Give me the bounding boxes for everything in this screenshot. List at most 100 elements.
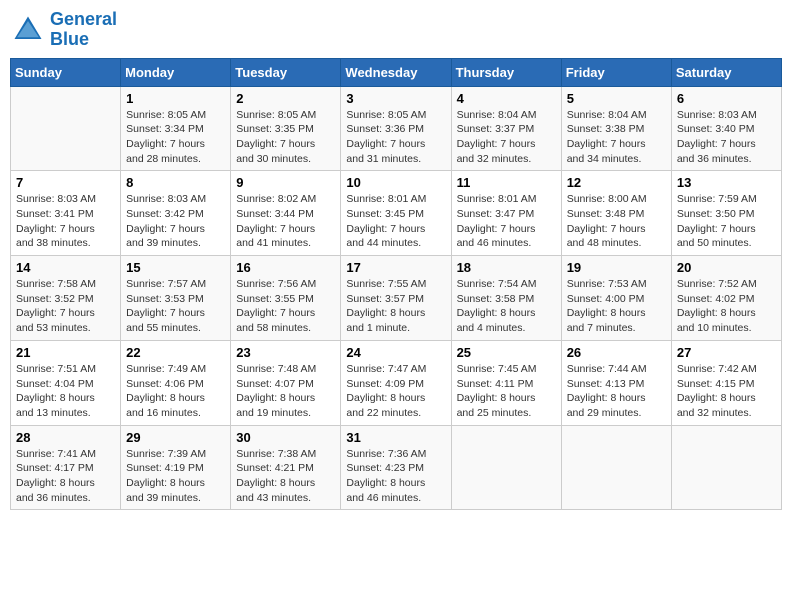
calendar-cell: 9 Sunrise: 8:02 AMSunset: 3:44 PMDaylight…	[231, 171, 341, 256]
cell-content: Sunrise: 7:38 AMSunset: 4:21 PMDaylight:…	[236, 447, 335, 506]
day-number: 9	[236, 175, 335, 190]
cell-content: Sunrise: 8:04 AMSunset: 3:37 PMDaylight:…	[457, 108, 556, 167]
calendar-cell: 20 Sunrise: 7:52 AMSunset: 4:02 PMDayligh…	[671, 256, 781, 341]
calendar-cell: 30 Sunrise: 7:38 AMSunset: 4:21 PMDayligh…	[231, 425, 341, 510]
calendar-cell: 7 Sunrise: 8:03 AMSunset: 3:41 PMDaylight…	[11, 171, 121, 256]
calendar-cell: 5Sunrise: 8:04 AMSunset: 3:38 PMDaylight…	[561, 86, 671, 171]
cell-content: Sunrise: 7:45 AMSunset: 4:11 PMDaylight:…	[457, 362, 556, 421]
week-row-4: 21Sunrise: 7:51 AMSunset: 4:04 PMDayligh…	[11, 340, 782, 425]
day-number: 20	[677, 260, 776, 275]
calendar-cell: 10 Sunrise: 8:01 AMSunset: 3:45 PMDayligh…	[341, 171, 451, 256]
calendar-cell: 28Sunrise: 7:41 AMSunset: 4:17 PMDayligh…	[11, 425, 121, 510]
day-number: 2	[236, 91, 335, 106]
day-number: 1	[126, 91, 225, 106]
day-number: 6	[677, 91, 776, 106]
calendar-cell: 18 Sunrise: 7:54 AMSunset: 3:58 PMDayligh…	[451, 256, 561, 341]
header-wednesday: Wednesday	[341, 58, 451, 86]
day-number: 24	[346, 345, 445, 360]
cell-content: Sunrise: 7:57 AMSunset: 3:53 PMDaylight:…	[126, 277, 225, 336]
day-number: 25	[457, 345, 556, 360]
cell-content: Sunrise: 8:01 AMSunset: 3:45 PMDaylight:…	[346, 192, 445, 251]
header-tuesday: Tuesday	[231, 58, 341, 86]
day-number: 4	[457, 91, 556, 106]
header-monday: Monday	[121, 58, 231, 86]
day-number: 8	[126, 175, 225, 190]
day-number: 29	[126, 430, 225, 445]
week-row-1: 1 Sunrise: 8:05 AMSunset: 3:34 PMDaylight…	[11, 86, 782, 171]
day-number: 30	[236, 430, 335, 445]
cell-content: Sunrise: 7:36 AMSunset: 4:23 PMDaylight:…	[346, 447, 445, 506]
day-number: 23	[236, 345, 335, 360]
calendar-cell: 15Sunrise: 7:57 AMSunset: 3:53 PMDayligh…	[121, 256, 231, 341]
calendar-cell	[671, 425, 781, 510]
week-row-2: 7 Sunrise: 8:03 AMSunset: 3:41 PMDaylight…	[11, 171, 782, 256]
calendar-cell: 24 Sunrise: 7:47 AMSunset: 4:09 PMDayligh…	[341, 340, 451, 425]
day-number: 16	[236, 260, 335, 275]
calendar-cell: 21Sunrise: 7:51 AMSunset: 4:04 PMDayligh…	[11, 340, 121, 425]
header-saturday: Saturday	[671, 58, 781, 86]
logo: General Blue	[10, 10, 117, 50]
calendar-cell: 1 Sunrise: 8:05 AMSunset: 3:34 PMDaylight…	[121, 86, 231, 171]
calendar-cell: 17 Sunrise: 7:55 AMSunset: 3:57 PMDayligh…	[341, 256, 451, 341]
calendar-cell: 12Sunrise: 8:00 AMSunset: 3:48 PMDayligh…	[561, 171, 671, 256]
calendar-cell: 11 Sunrise: 8:01 AMSunset: 3:47 PMDayligh…	[451, 171, 561, 256]
day-number: 7	[16, 175, 115, 190]
day-number: 10	[346, 175, 445, 190]
day-number: 26	[567, 345, 666, 360]
calendar-cell: 13Sunrise: 7:59 AMSunset: 3:50 PMDayligh…	[671, 171, 781, 256]
week-row-3: 14 Sunrise: 7:58 AMSunset: 3:52 PMDayligh…	[11, 256, 782, 341]
header-friday: Friday	[561, 58, 671, 86]
calendar-cell	[451, 425, 561, 510]
calendar-cell: 8 Sunrise: 8:03 AMSunset: 3:42 PMDaylight…	[121, 171, 231, 256]
day-number: 17	[346, 260, 445, 275]
cell-content: Sunrise: 7:48 AMSunset: 4:07 PMDaylight:…	[236, 362, 335, 421]
calendar-cell: 26 Sunrise: 7:44 AMSunset: 4:13 PMDayligh…	[561, 340, 671, 425]
cell-content: Sunrise: 8:05 AMSunset: 3:34 PMDaylight:…	[126, 108, 225, 167]
cell-content: Sunrise: 7:41 AMSunset: 4:17 PMDaylight:…	[16, 447, 115, 506]
cell-content: Sunrise: 7:56 AMSunset: 3:55 PMDaylight:…	[236, 277, 335, 336]
calendar-cell: 31 Sunrise: 7:36 AMSunset: 4:23 PMDayligh…	[341, 425, 451, 510]
cell-content: Sunrise: 7:54 AMSunset: 3:58 PMDaylight:…	[457, 277, 556, 336]
page-header: General Blue	[10, 10, 782, 50]
cell-content: Sunrise: 7:58 AMSunset: 3:52 PMDaylight:…	[16, 277, 115, 336]
cell-content: Sunrise: 8:01 AMSunset: 3:47 PMDaylight:…	[457, 192, 556, 251]
day-number: 12	[567, 175, 666, 190]
header-thursday: Thursday	[451, 58, 561, 86]
cell-content: Sunrise: 7:49 AMSunset: 4:06 PMDaylight:…	[126, 362, 225, 421]
cell-content: Sunrise: 8:05 AMSunset: 3:36 PMDaylight:…	[346, 108, 445, 167]
cell-content: Sunrise: 8:02 AMSunset: 3:44 PMDaylight:…	[236, 192, 335, 251]
day-number: 31	[346, 430, 445, 445]
cell-content: Sunrise: 7:47 AMSunset: 4:09 PMDaylight:…	[346, 362, 445, 421]
cell-content: Sunrise: 7:44 AMSunset: 4:13 PMDaylight:…	[567, 362, 666, 421]
day-number: 21	[16, 345, 115, 360]
day-number: 13	[677, 175, 776, 190]
header-row: SundayMondayTuesdayWednesdayThursdayFrid…	[11, 58, 782, 86]
day-number: 27	[677, 345, 776, 360]
cell-content: Sunrise: 8:03 AMSunset: 3:42 PMDaylight:…	[126, 192, 225, 251]
day-number: 22	[126, 345, 225, 360]
day-number: 18	[457, 260, 556, 275]
header-sunday: Sunday	[11, 58, 121, 86]
calendar-cell: 3 Sunrise: 8:05 AMSunset: 3:36 PMDaylight…	[341, 86, 451, 171]
calendar-cell	[561, 425, 671, 510]
logo-icon	[10, 12, 46, 48]
cell-content: Sunrise: 8:03 AMSunset: 3:41 PMDaylight:…	[16, 192, 115, 251]
calendar-cell: 25 Sunrise: 7:45 AMSunset: 4:11 PMDayligh…	[451, 340, 561, 425]
cell-content: Sunrise: 8:03 AMSunset: 3:40 PMDaylight:…	[677, 108, 776, 167]
calendar-table: SundayMondayTuesdayWednesdayThursdayFrid…	[10, 58, 782, 511]
cell-content: Sunrise: 7:52 AMSunset: 4:02 PMDaylight:…	[677, 277, 776, 336]
day-number: 14	[16, 260, 115, 275]
cell-content: Sunrise: 7:39 AMSunset: 4:19 PMDaylight:…	[126, 447, 225, 506]
calendar-cell: 19Sunrise: 7:53 AMSunset: 4:00 PMDayligh…	[561, 256, 671, 341]
day-number: 19	[567, 260, 666, 275]
cell-content: Sunrise: 7:55 AMSunset: 3:57 PMDaylight:…	[346, 277, 445, 336]
day-number: 11	[457, 175, 556, 190]
calendar-cell: 14 Sunrise: 7:58 AMSunset: 3:52 PMDayligh…	[11, 256, 121, 341]
calendar-cell	[11, 86, 121, 171]
calendar-cell: 16 Sunrise: 7:56 AMSunset: 3:55 PMDayligh…	[231, 256, 341, 341]
day-number: 3	[346, 91, 445, 106]
calendar-cell: 27Sunrise: 7:42 AMSunset: 4:15 PMDayligh…	[671, 340, 781, 425]
calendar-cell: 2Sunrise: 8:05 AMSunset: 3:35 PMDaylight…	[231, 86, 341, 171]
calendar-cell: 22 Sunrise: 7:49 AMSunset: 4:06 PMDayligh…	[121, 340, 231, 425]
calendar-cell: 6 Sunrise: 8:03 AMSunset: 3:40 PMDaylight…	[671, 86, 781, 171]
